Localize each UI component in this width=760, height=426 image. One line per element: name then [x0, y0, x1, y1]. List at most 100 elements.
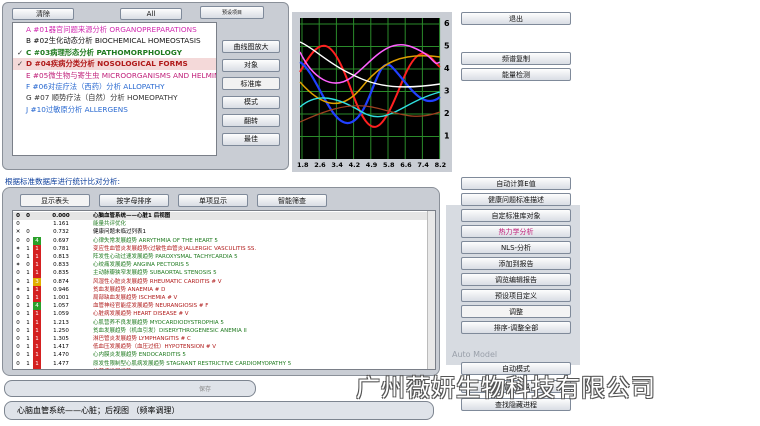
health-standard-desc-button[interactable]: 健康问题标准描述 — [461, 193, 571, 206]
custom-library-object-button[interactable]: 自定标准库对象 — [461, 209, 571, 222]
row-level: 1 — [33, 335, 41, 344]
edit-report-button[interactable]: 调览编辑报告 — [461, 273, 571, 286]
row-description: 心脑血管系统——心脏1 后视图 — [93, 213, 171, 219]
results-table[interactable]: 0 0 0.000 心脑血管系统——心脏1 后视图 0 1.161 能量共评优化 ✕ 0 0.73… — [12, 210, 436, 370]
flip-button[interactable]: 翻转 — [222, 114, 280, 127]
auto-calc-e-button[interactable]: 自动计算E值 — [461, 177, 571, 190]
chart-x-tick: 1.8 — [297, 161, 309, 169]
table-row[interactable]: 0 0 0.000 心脑血管系统——心脏1 后视图 — [13, 212, 427, 221]
row-count: 1 — [26, 311, 30, 318]
category-item[interactable]: ✓ D #04疾病分类分析 NOSOLOGICAL FORMS — [13, 58, 216, 70]
row-flag: 0 — [16, 295, 20, 301]
row-count: 1 — [26, 286, 30, 293]
row-count: 0 — [26, 213, 30, 219]
tab-show-header[interactable]: 显示表头 — [20, 194, 90, 207]
tab-smart-screen[interactable]: 智能筛查 — [257, 194, 327, 207]
table-row[interactable]: 0 1 1 1.417 低血压发展趋势（血压过低）HYPOTENSION # V — [13, 343, 427, 352]
table-row[interactable]: 0 0 4 0.697 心律失常发展趋势 ARRYTHMIA OF THE HEART … — [13, 236, 427, 245]
category-checkbox[interactable]: ✓ — [17, 47, 26, 58]
row-description: 心绞痛发展趋势 ANGINA PECTORIS 5 — [93, 262, 190, 269]
row-count: 0 — [26, 237, 30, 244]
category-checkbox[interactable]: ✓ — [17, 58, 26, 69]
small-status-box: 保存 — [4, 380, 256, 397]
table-row[interactable]: 0 1 1 0.835 主动脉瓣狭窄发展趋势 SUBAORTAL STENOSIS 5 — [13, 269, 427, 278]
nls-analysis-button[interactable]: NLS-分析 — [461, 241, 571, 254]
adjust-button[interactable]: 调整 — [461, 305, 571, 318]
row-flag: 0 — [14, 368, 22, 370]
table-row[interactable]: ✶ 0 1 0.833 心绞痛发展趋势 ANGINA PECTORIS 5 — [13, 261, 427, 270]
table-row[interactable]: 0 1 1 1.213 心肌营养不良发展趋势 MYOCARDIODYSTROPHIA 5 — [13, 318, 427, 327]
row-flag: 0 — [16, 336, 20, 342]
chart-y-tick: 4 — [444, 64, 450, 73]
row-level: 1 — [33, 261, 41, 270]
category-item[interactable]: A #01器官问题来源分析 ORGANOPREPARATIONS — [13, 24, 216, 35]
row-level: 1 — [33, 310, 41, 319]
table-row[interactable]: 0 1 1 1.250 贫血发展趋势（机血引发）DISERYTHROGENESIC AN… — [13, 326, 427, 335]
chart-x-tick: 7.4 — [417, 161, 429, 169]
category-item[interactable]: E #05微生物与寄生虫 MICROORGANISMS AND HELMIN — [13, 70, 216, 81]
row-flag: ✶ — [15, 262, 21, 269]
row-value: 0.874 — [53, 278, 69, 285]
table-row[interactable]: 0 1 1 0.813 阵发性心动过速发展趋势 PAROXYSMAL TACHYCARD… — [13, 253, 427, 262]
row-count: 1 — [26, 352, 30, 359]
preset-items-button[interactable]: 预设项目 — [200, 6, 264, 19]
sort-adjust-all-button[interactable]: 排序-调整全部 — [461, 321, 571, 334]
preset-define-button[interactable]: 预设项目定义 — [461, 289, 571, 302]
row-flag: 0 — [16, 270, 20, 277]
select-all-button[interactable]: All — [120, 8, 182, 20]
table-row[interactable]: 0 1 4 1.057 血管神经官能症发展趋势 NEURANGIOSIS # F — [13, 302, 427, 311]
row-description: 心律失常发展趋势 ARRYTHMIA OF THE HEART 5 — [93, 237, 218, 244]
table-scrollbar[interactable] — [427, 211, 435, 369]
table-row[interactable]: 0 1 1 1.305 淋巴管炎发展趋势 LYMPHANGITIS # C — [13, 335, 427, 344]
chart-x-tick: 4.9 — [366, 161, 378, 169]
category-item[interactable]: F #06对症疗法（西药）分析 ALLOPATHY — [13, 81, 216, 92]
curve-zoom-button[interactable]: 曲线图放大 — [222, 40, 280, 53]
frequency-chart: 6 5 4 3 2 1 1.8 2.6 3.4 4.2 4.9 5.8 6.6 7.4 8.2 — [292, 12, 452, 172]
category-item[interactable]: J #10过敏原分析 ALLERGENS — [13, 104, 216, 115]
category-item[interactable]: G #07 顺势疗法（自然）分析 HOMEOPATHY — [13, 92, 216, 103]
category-item[interactable]: ✓ C #03病理形态分析 PATHOMORPHOLOGY — [13, 47, 216, 58]
row-level: 1 — [33, 343, 41, 352]
thermo-analysis-button[interactable]: 热力学分析 — [461, 225, 571, 238]
table-row[interactable]: ✶ 1 1 0.946 贫血发展趋势 ANAEMIA # D — [13, 285, 427, 294]
row-flag: 0 — [16, 319, 20, 326]
mode-button[interactable]: 模式 — [222, 95, 280, 109]
table-row[interactable]: 0 1 3 0.874 风湿性心脏炎发展趋势 RHEUMATIC CARDITIS # … — [13, 277, 427, 286]
row-value: 0.835 — [53, 270, 69, 277]
row-description: 能量共评优化 — [93, 221, 127, 228]
frequency-copy-button[interactable]: 频谱复制 — [461, 52, 571, 65]
table-row[interactable]: 0 1 1 1.477 原发性限制型心肌病发展趋势 STAGNANT RESTRICTI… — [13, 359, 427, 368]
chart-x-tick: 6.6 — [400, 161, 412, 169]
table-row[interactable]: ✶ 1 1 0.781 变应性血管炎发展趋势(过敏性血管炎)ALLERGIC VASCU… — [13, 244, 427, 253]
table-row[interactable]: ✕ 0 0.732 健康问题未临过列表1 — [13, 228, 427, 236]
row-count: 1 — [26, 303, 30, 310]
tab-sort-alpha[interactable]: 按字母排序 — [99, 194, 169, 207]
chart-y-tick: 1 — [444, 132, 450, 141]
category-label: C #03病理形态分析 PATHOMORPHOLOGY — [26, 47, 182, 57]
auto-model-label: Auto Model — [452, 350, 498, 359]
chart-x-tick: 8.2 — [435, 161, 447, 169]
row-description: 结节病发展趋势 SARCOIDOSIS # C — [93, 368, 183, 370]
row-level: 1 — [33, 351, 41, 360]
tab-single-display[interactable]: 单项显示 — [178, 194, 248, 207]
row-value: 1.417 — [53, 344, 69, 351]
category-item[interactable]: B #02生化动态分析 BIOCHEMICAL HOMEOSTASIS — [13, 35, 216, 46]
best-button[interactable]: 最佳 — [222, 132, 280, 146]
category-list[interactable]: A #01器官问题来源分析 ORGANOPREPARATIONS B #02生化动… — [12, 22, 217, 156]
table-row[interactable]: 0 1 1 1.470 心内膜炎发展趋势 ENDOCARDITIS 5 — [13, 351, 427, 360]
add-to-report-button[interactable]: 添加到报告 — [461, 257, 571, 270]
company-watermark: 广州薇妍生物科技有限公司 — [356, 374, 656, 402]
category-label: F #06对症疗法（西药）分析 ALLOPATHY — [26, 81, 165, 91]
energy-detect-button[interactable]: 能量检测 — [461, 68, 571, 81]
object-button[interactable]: 对象 — [222, 58, 280, 72]
row-description: 贫血发展趋势 ANAEMIA # D — [93, 286, 166, 293]
exit-button[interactable]: 退出 — [461, 12, 571, 25]
row-value: 0.732 — [53, 229, 69, 236]
table-row[interactable]: 0 1 1 1.059 心脏病发展趋势 HEART DISEASE # V — [13, 310, 427, 319]
clear-button[interactable]: 清除 — [12, 8, 74, 20]
category-label: B #02生化动态分析 BIOCHEMICAL HOMEOSTASIS — [26, 36, 201, 46]
table-row[interactable]: 0 1.161 能量共评优化 — [13, 220, 427, 228]
standard-library-button[interactable]: 标准库 — [222, 77, 280, 90]
table-row[interactable]: 0 1 1 1.001 局部缺血发展趋势 ISCHEMIA # V — [13, 294, 427, 303]
row-description: 淋巴管炎发展趋势 LYMPHANGITIS # C — [93, 336, 191, 342]
